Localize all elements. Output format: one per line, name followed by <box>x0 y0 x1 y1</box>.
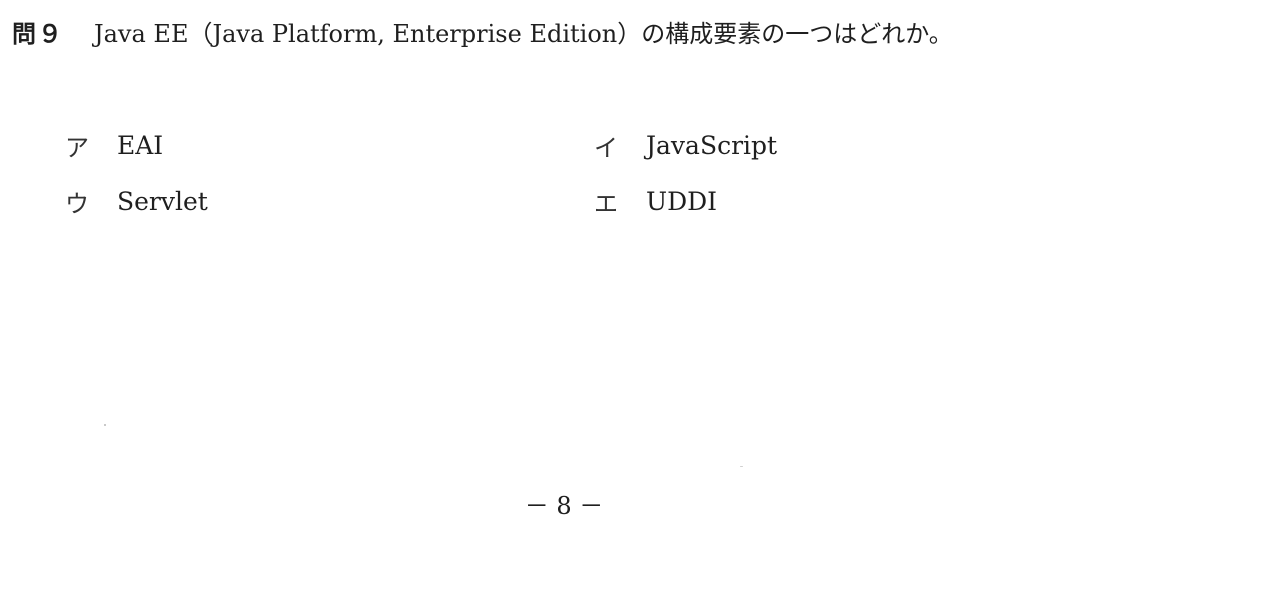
choice-b-label: イ <box>594 133 618 162</box>
exam-page: { "question": { "number": "問９", "text": … <box>0 0 1287 608</box>
page-number: － 8 － <box>524 492 604 520</box>
question-number: 問９ <box>12 19 64 48</box>
scan-speck <box>104 424 106 426</box>
choice-d-label: エ <box>594 189 618 218</box>
choice-d-text: UDDI <box>646 186 718 216</box>
choice-c-text: Servlet <box>117 186 208 216</box>
choice-a-text: EAI <box>117 130 164 160</box>
choice-c[interactable]: ウ Servlet <box>65 184 208 218</box>
scan-speck <box>740 466 743 467</box>
choice-d[interactable]: エ UDDI <box>594 184 717 218</box>
choice-c-label: ウ <box>65 189 89 218</box>
question-text: Java EE（Java Platform, Enterprise Editio… <box>94 19 953 48</box>
choice-a[interactable]: ア EAI <box>65 128 163 162</box>
choice-b[interactable]: イ JavaScript <box>594 128 777 162</box>
question-header: 問９ Java EE（Java Platform, Enterprise Edi… <box>12 14 953 48</box>
choice-b-text: JavaScript <box>646 130 778 160</box>
choice-a-label: ア <box>65 133 89 162</box>
